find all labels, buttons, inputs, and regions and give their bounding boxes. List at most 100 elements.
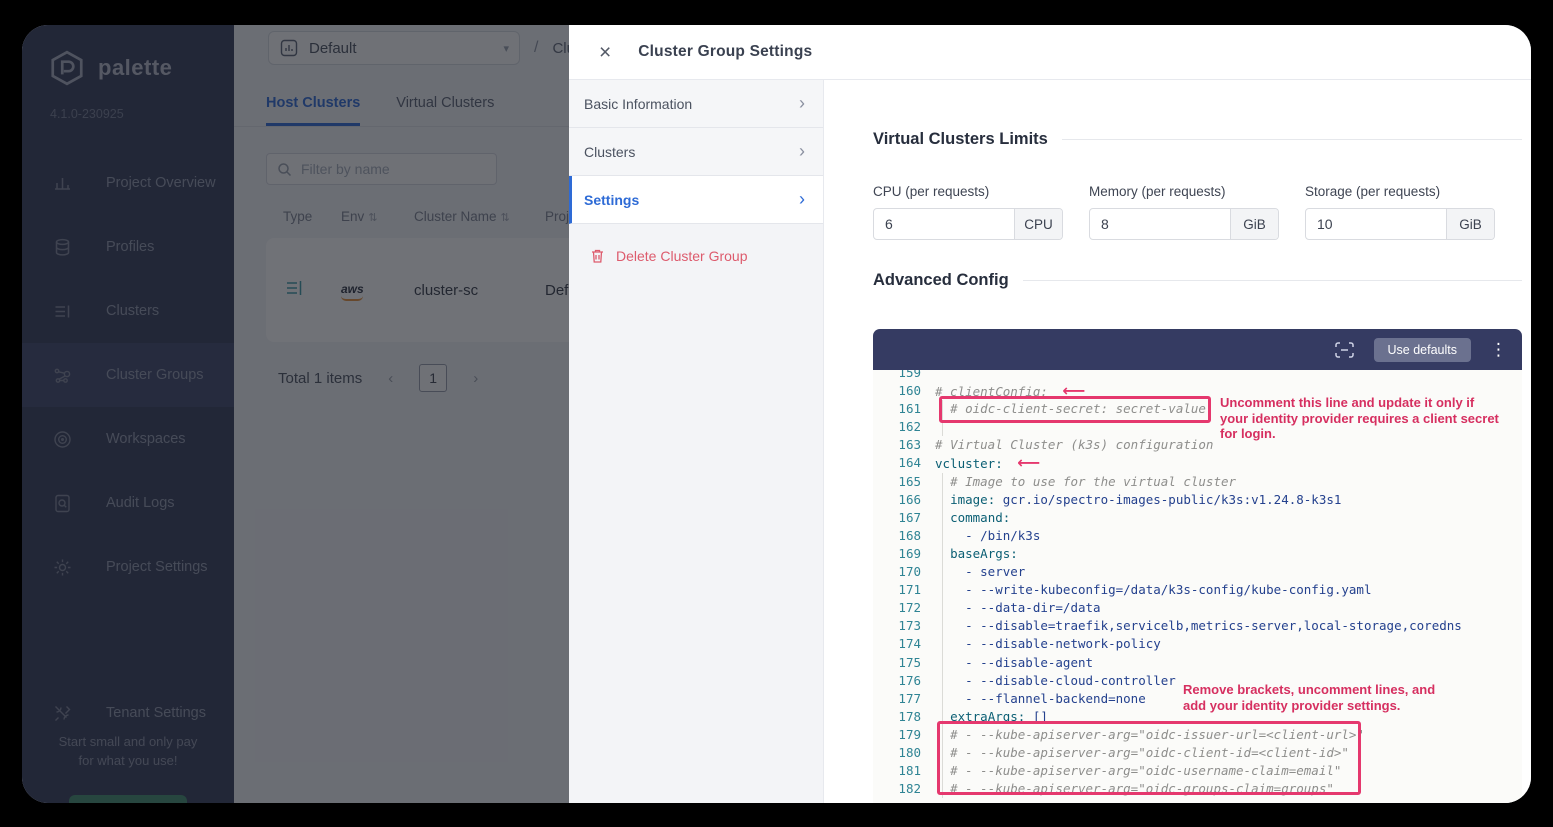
kebab-menu-icon[interactable]: ⋮ <box>1490 340 1507 360</box>
limit-value[interactable]: 10 <box>1306 209 1446 239</box>
code-area[interactable]: 159160# clientConfig: ⟵161 # oidc-client… <box>873 370 1522 803</box>
line-content <box>921 370 935 382</box>
modal-body: Basic Information › Clusters › Settings › Del… <box>569 80 1531 803</box>
code-line: 159 <box>873 370 1522 382</box>
chevron-right-icon: › <box>799 189 805 210</box>
yaml-editor: Use defaults ⋮ 159160# clientConfig: ⟵16… <box>873 329 1522 803</box>
line-number: 171 <box>873 581 921 599</box>
line-number: 162 <box>873 418 921 436</box>
chevron-right-icon: › <box>799 141 805 162</box>
line-number: 164 <box>873 454 921 472</box>
annotation-text: Uncomment this line and update it only i… <box>1220 395 1502 442</box>
line-number: 172 <box>873 599 921 617</box>
expand-editor-icon[interactable] <box>1334 341 1355 359</box>
line-number: 174 <box>873 635 921 653</box>
limit-input[interactable]: 10GiB <box>1305 208 1495 240</box>
line-number: 166 <box>873 491 921 509</box>
limit-value[interactable]: 6 <box>874 209 1014 239</box>
code-line: 165 # Image to use for the virtual clust… <box>873 473 1522 491</box>
line-content: vcluster: ⟵ <box>921 454 1040 472</box>
modal-nav: Basic Information › Clusters › Settings › Del… <box>569 80 824 803</box>
editor-toolbar: Use defaults ⋮ <box>873 329 1522 370</box>
modal-nav-label: Clusters <box>584 144 635 160</box>
limit-field-memory: Memory (per requests) 8GiB <box>1089 184 1279 240</box>
limits-section-heading: Virtual Clusters Limits <box>873 130 1522 149</box>
modal-header: × Cluster Group Settings <box>569 25 1531 80</box>
advanced-section-heading: Advanced Config <box>873 271 1522 290</box>
line-content: - /bin/k3s <box>921 527 1040 545</box>
line-number: 176 <box>873 672 921 690</box>
line-content: command: <box>921 509 1010 527</box>
line-number: 161 <box>873 400 921 418</box>
use-defaults-button[interactable]: Use defaults <box>1374 338 1471 362</box>
line-content: - --disable=traefik,servicelb,metrics-se… <box>921 617 1462 635</box>
line-number: 167 <box>873 509 921 527</box>
limit-unit: GiB <box>1230 209 1278 239</box>
code-line: 169 baseArgs: <box>873 545 1522 563</box>
settings-panel: Virtual Clusters Limits CPU (per request… <box>824 80 1531 803</box>
line-number: 165 <box>873 473 921 491</box>
code-line: 164vcluster: ⟵ <box>873 454 1522 472</box>
annotation-text: Remove brackets, uncomment lines, and ad… <box>1183 682 1445 713</box>
line-number: 159 <box>873 370 921 382</box>
modal-nav-clusters[interactable]: Clusters › <box>569 128 823 176</box>
modal-nav-settings[interactable]: Settings › <box>569 176 823 224</box>
limit-unit: GiB <box>1446 209 1494 239</box>
line-content: # Virtual Cluster (k3s) configuration <box>921 436 1213 454</box>
code-line: 172 - --data-dir=/data <box>873 599 1522 617</box>
limit-value[interactable]: 8 <box>1090 209 1230 239</box>
highlight-box <box>939 396 1211 423</box>
limit-field-cpu: CPU (per requests) 6CPU <box>873 184 1063 240</box>
line-number: 179 <box>873 726 921 744</box>
limit-input[interactable]: 8GiB <box>1089 208 1279 240</box>
line-number: 163 <box>873 436 921 454</box>
line-number: 180 <box>873 744 921 762</box>
code-line: 167 command: <box>873 509 1522 527</box>
limits-fields: CPU (per requests) 6CPU Memory (per reques… <box>873 184 1522 240</box>
limit-input[interactable]: 6CPU <box>873 208 1063 240</box>
limit-label: CPU (per requests) <box>873 184 1063 199</box>
line-number: 170 <box>873 563 921 581</box>
code-line: 174 - --disable-network-policy <box>873 635 1522 653</box>
line-content: # Image to use for the virtual cluster <box>921 473 1236 491</box>
line-number: 177 <box>873 690 921 708</box>
limit-unit: CPU <box>1014 209 1062 239</box>
limit-field-storage: Storage (per requests) 10GiB <box>1305 184 1495 240</box>
line-content: - server <box>921 563 1025 581</box>
code-line: 171 - --write-kubeconfig=/data/k3s-confi… <box>873 581 1522 599</box>
delete-cluster-group-button[interactable]: Delete Cluster Group <box>569 240 823 272</box>
app-window: palette 4.1.0-230925 Project OverviewPro… <box>22 25 1531 803</box>
chevron-right-icon: › <box>799 93 805 114</box>
modal-nav-basic-information[interactable]: Basic Information › <box>569 80 823 128</box>
line-content: - --disable-agent <box>921 654 1093 672</box>
line-content: - --disable-cloud-controller <box>921 672 1176 690</box>
line-content: - --write-kubeconfig=/data/k3s-config/ku… <box>921 581 1372 599</box>
cluster-group-settings-modal: × Cluster Group Settings Basic Informati… <box>569 25 1531 803</box>
modal-title: Cluster Group Settings <box>638 43 812 61</box>
code-line: 168 - /bin/k3s <box>873 527 1522 545</box>
modal-nav-label: Settings <box>584 192 639 208</box>
line-number: 181 <box>873 762 921 780</box>
code-line: 166 image: gcr.io/spectro-images-public/… <box>873 491 1522 509</box>
trash-icon <box>590 248 605 264</box>
close-icon[interactable]: × <box>599 42 611 63</box>
annotation-arrow-icon: ⟵ <box>1017 453 1040 472</box>
line-number: 182 <box>873 780 921 798</box>
line-content <box>921 418 935 436</box>
line-number: 175 <box>873 654 921 672</box>
modal-nav-label: Basic Information <box>584 96 692 112</box>
line-content: - --flannel-backend=none <box>921 690 1146 708</box>
code-line: 173 - --disable=traefik,servicelb,metric… <box>873 617 1522 635</box>
code-line: 170 - server <box>873 563 1522 581</box>
line-number: 160 <box>873 382 921 400</box>
line-content: - --data-dir=/data <box>921 599 1101 617</box>
limit-label: Storage (per requests) <box>1305 184 1495 199</box>
line-number: 178 <box>873 708 921 726</box>
limit-label: Memory (per requests) <box>1089 184 1279 199</box>
line-content: - --disable-network-policy <box>921 635 1161 653</box>
line-content: baseArgs: <box>921 545 1018 563</box>
highlight-box <box>937 721 1361 795</box>
line-number: 168 <box>873 527 921 545</box>
line-number: 169 <box>873 545 921 563</box>
code-line: 175 - --disable-agent <box>873 654 1522 672</box>
